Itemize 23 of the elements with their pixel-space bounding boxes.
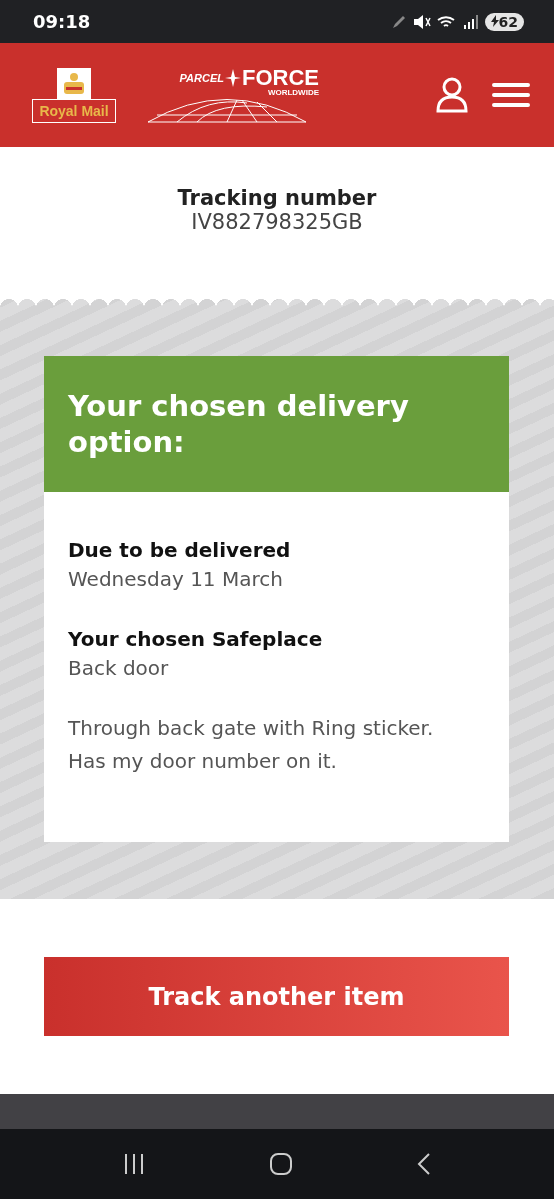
- menu-icon[interactable]: [492, 82, 530, 108]
- parcelforce-logo[interactable]: PARCEL FORCE WORLDWIDE: [147, 67, 319, 123]
- safeplace-note: Through back gate with Ring sticker. Has my door number on it.: [68, 715, 435, 775]
- star-icon: [225, 69, 241, 87]
- royal-mail-logo[interactable]: Royal Mail: [23, 67, 125, 123]
- section-value: Wednesday 11 March: [68, 566, 284, 593]
- signal-icon: [462, 13, 479, 30]
- status-time: 09:18: [33, 11, 91, 32]
- track-another-item-button[interactable]: Track another item: [44, 957, 509, 1036]
- mute-icon: [412, 13, 431, 30]
- pen-icon: [390, 13, 407, 30]
- section-value: Back door: [68, 655, 170, 682]
- battery-indicator: 62: [484, 12, 524, 31]
- tracking-number: IV882798325GB: [191, 210, 363, 234]
- home-icon[interactable]: [269, 1152, 293, 1176]
- crown-icon: [57, 67, 91, 99]
- account-icon[interactable]: [436, 77, 468, 113]
- tracking-label: Tracking number: [177, 186, 377, 210]
- wifi-icon: [436, 13, 457, 30]
- back-icon[interactable]: [416, 1152, 433, 1176]
- section-heading: Due to be delivered: [68, 537, 292, 564]
- card-title: Your chosen delivery option:: [68, 388, 410, 460]
- section-heading: Your chosen Safeplace: [68, 626, 324, 653]
